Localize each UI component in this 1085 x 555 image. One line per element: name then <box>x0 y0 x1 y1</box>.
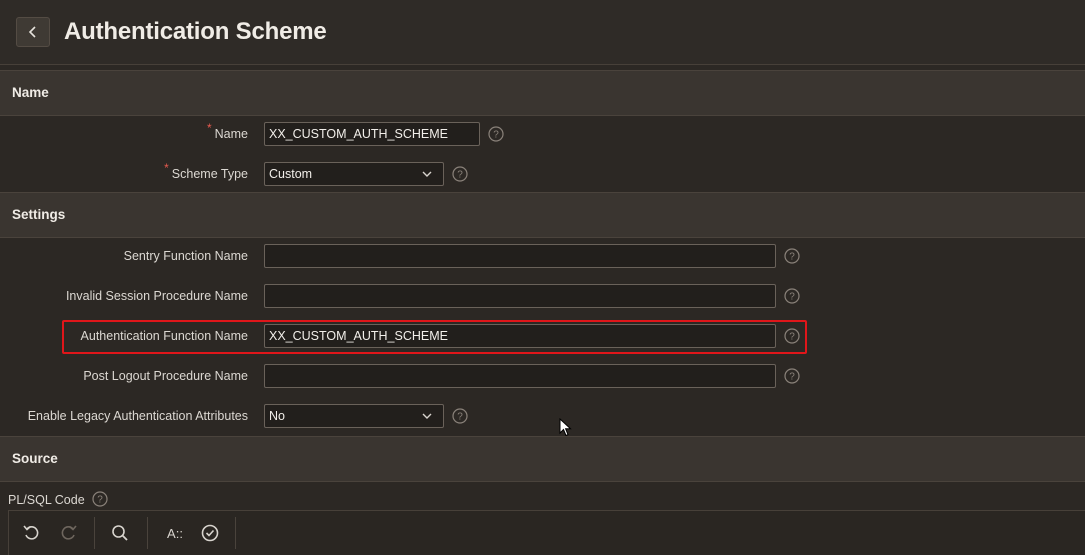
help-icon[interactable]: ? <box>92 491 108 507</box>
back-button[interactable] <box>16 17 50 47</box>
autocomplete-icon: A:: <box>167 525 183 541</box>
validate-button[interactable] <box>198 521 222 545</box>
invalid-session-label: Invalid Session Procedure Name <box>65 289 248 303</box>
redo-button[interactable] <box>56 521 80 545</box>
section-name-header: Name <box>0 70 1085 116</box>
legacy-attrs-value: No <box>269 409 285 423</box>
svg-text:?: ? <box>493 130 499 141</box>
highlight-box <box>62 320 807 354</box>
help-icon[interactable]: ? <box>784 288 800 304</box>
redo-icon <box>61 525 77 540</box>
svg-text:?: ? <box>789 252 795 263</box>
undo-button[interactable] <box>20 521 44 545</box>
scheme-type-select[interactable]: Custom <box>264 162 444 186</box>
svg-text:?: ? <box>457 170 463 181</box>
svg-text:?: ? <box>789 372 795 383</box>
help-icon[interactable]: ? <box>784 368 800 384</box>
plsql-code-label: PL/SQL Code ? <box>8 488 108 508</box>
legacy-attrs-label: Enable Legacy Authentication Attributes <box>27 409 248 423</box>
page-title: Authentication Scheme <box>64 18 327 45</box>
legacy-attrs-row: Enable Legacy Authentication Attributes … <box>0 396 1085 436</box>
required-marker: * <box>206 121 212 135</box>
page-header: Authentication Scheme <box>0 0 1085 65</box>
mouse-cursor-icon <box>559 418 572 437</box>
post-logout-input[interactable] <box>264 364 776 388</box>
sentry-function-input[interactable] <box>264 244 776 268</box>
invalid-session-input[interactable] <box>264 284 776 308</box>
toolbar-divider <box>235 517 236 549</box>
chevron-left-icon <box>28 26 36 38</box>
legacy-attrs-select[interactable]: No <box>264 404 444 428</box>
chevron-down-icon <box>422 171 432 177</box>
undo-icon <box>23 525 39 540</box>
section-settings-header: Settings <box>0 192 1085 238</box>
svg-text:?: ? <box>789 292 795 303</box>
toolbar-divider <box>147 517 148 549</box>
help-icon[interactable]: ? <box>452 408 468 424</box>
name-row: * Name XX_CUSTOM_AUTH_SCHEME ? <box>0 114 1085 154</box>
section-source-header: Source <box>0 436 1085 482</box>
svg-text:?: ? <box>97 495 103 506</box>
invalid-session-row: Invalid Session Procedure Name ? <box>0 276 1085 316</box>
toolbar-divider <box>94 517 95 549</box>
required-marker: * <box>164 161 169 175</box>
scheme-type-label: * Scheme Type <box>164 161 248 181</box>
sentry-function-row: Sentry Function Name ? <box>0 236 1085 276</box>
help-icon[interactable]: ? <box>784 248 800 264</box>
code-editor-toolbar: A:: <box>8 510 1085 555</box>
name-label: * Name <box>206 121 248 141</box>
search-icon <box>112 525 128 541</box>
post-logout-label: Post Logout Procedure Name <box>83 369 248 383</box>
help-icon[interactable]: ? <box>452 166 468 182</box>
search-button[interactable] <box>108 521 132 545</box>
help-icon[interactable]: ? <box>488 126 504 142</box>
name-input[interactable]: XX_CUSTOM_AUTH_SCHEME <box>264 122 480 146</box>
scheme-type-row: * Scheme Type Custom ? <box>0 154 1085 194</box>
chevron-down-icon <box>422 413 432 419</box>
sentry-function-label: Sentry Function Name <box>123 249 248 263</box>
scheme-type-value: Custom <box>269 167 313 181</box>
autocomplete-button[interactable]: A:: <box>162 521 188 545</box>
post-logout-row: Post Logout Procedure Name ? <box>0 356 1085 396</box>
check-circle-icon <box>201 524 219 542</box>
svg-text:?: ? <box>457 412 463 423</box>
